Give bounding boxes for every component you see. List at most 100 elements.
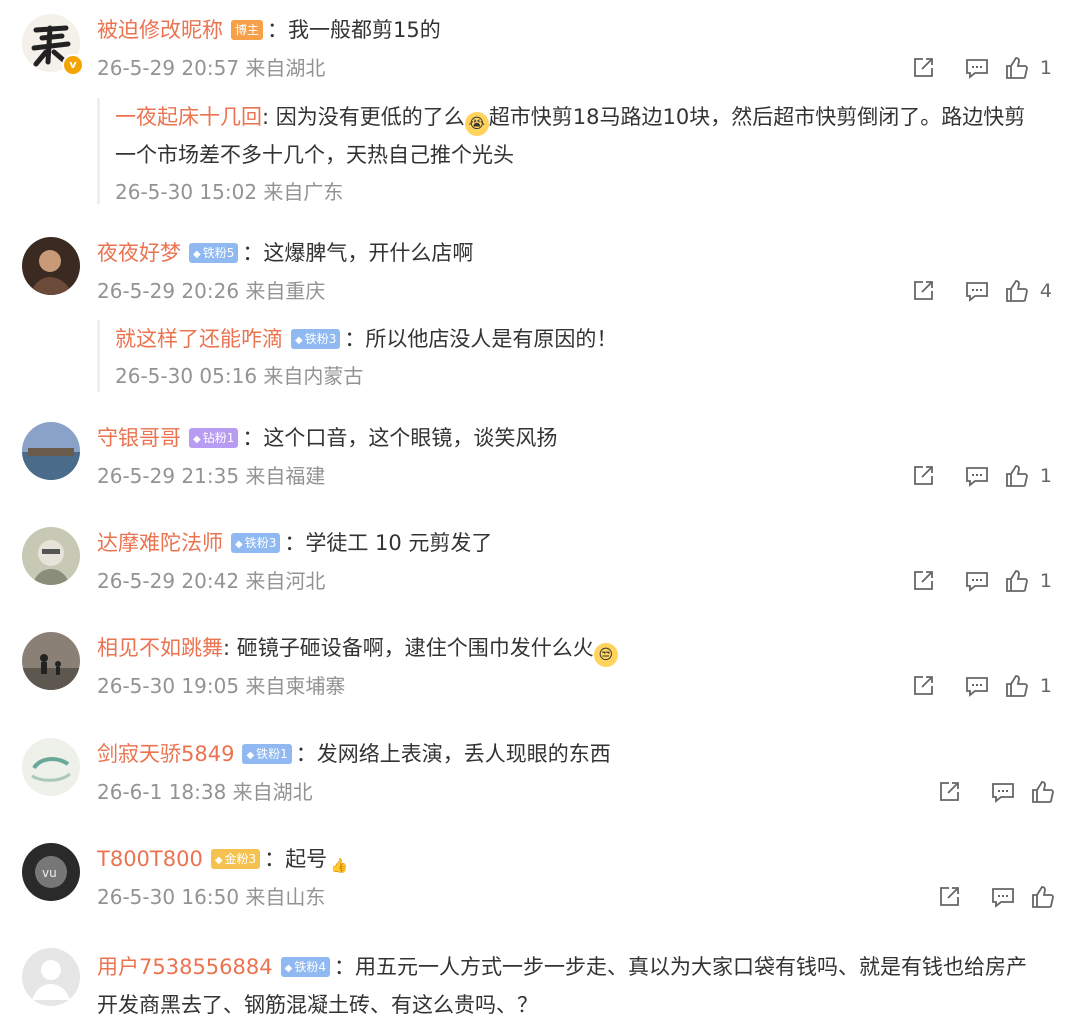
separator: ：: [284, 531, 306, 555]
avatar[interactable]: [22, 738, 80, 796]
fan-badge: ◆ 金粉3: [210, 849, 261, 869]
gem-icon: ◆: [193, 434, 201, 445]
avatar-photo: [22, 654, 80, 690]
thumbs-up-icon: [1032, 781, 1054, 803]
comment-icon[interactable]: [950, 672, 1004, 700]
username-link[interactable]: 相见不如跳舞: [97, 636, 223, 660]
diamond-icon: ◆: [193, 249, 201, 260]
fan-badge: ◆ 铁粉4: [280, 957, 330, 977]
like-count: 1: [1039, 570, 1052, 592]
comment-icon[interactable]: [950, 54, 1004, 82]
fan-badge: ◆ 铁粉5: [189, 243, 239, 263]
comment-meta: 26-5-29 20:42 来自河北: [97, 569, 326, 593]
reply-meta: 26-5-30 15:02 来自广东: [115, 180, 344, 204]
username-link[interactable]: 用户7538556884: [97, 955, 273, 979]
like-count: 4: [1039, 280, 1052, 302]
separator: :: [262, 105, 276, 129]
like-count: 1: [1039, 675, 1052, 697]
share-icon[interactable]: [896, 672, 950, 700]
diamond-icon: ◆: [284, 963, 293, 974]
comment-meta: 26-5-29 21:35 来自福建: [97, 464, 326, 488]
avatar-photo: [22, 448, 80, 480]
separator: ：: [242, 426, 264, 450]
avatar-photo: vu: [35, 856, 67, 888]
like-button[interactable]: 1: [1004, 673, 1052, 699]
avatar[interactable]: [22, 948, 80, 1006]
crying-emoji-icon: 😭: [464, 112, 489, 136]
thumbs-up-emoji-icon: 👍: [330, 858, 348, 874]
avatar[interactable]: [22, 422, 80, 480]
comment-icon[interactable]: [976, 883, 1030, 911]
comment-icon[interactable]: [950, 277, 1004, 305]
avatar-photo: [32, 540, 70, 585]
thumbs-up-icon: [1006, 57, 1028, 79]
username-link[interactable]: T800T800: [97, 847, 203, 871]
comment-meta: 26-5-30 19:05 来自柬埔寨: [97, 674, 346, 698]
avatar[interactable]: [22, 527, 80, 585]
like-button[interactable]: 1: [1004, 55, 1052, 81]
gold-fan-icon: ◆: [214, 855, 223, 866]
username-link[interactable]: 夜夜好梦: [97, 241, 181, 265]
like-button[interactable]: 1: [1004, 568, 1052, 594]
fan-badge: ◆ 钻粉1: [189, 428, 239, 448]
separator: ：: [333, 955, 355, 979]
reply-username-link[interactable]: 就这样了还能咋滴: [115, 327, 283, 351]
diamond-icon: ◆: [246, 750, 255, 761]
avatar-photo: [31, 757, 71, 782]
blogger-badge: 博主: [231, 20, 264, 40]
thumbs-up-icon: [1006, 465, 1028, 487]
fan-badge: ◆ 铁粉3: [291, 329, 341, 349]
comment-text: 我一般都剪15的: [288, 18, 441, 42]
reply-meta: 26-5-30 05:16 来自内蒙古: [115, 364, 364, 388]
username-link[interactable]: 达摩难陀法师: [97, 531, 223, 555]
comment-meta: 26-6-1 18:38 来自湖北: [97, 780, 313, 804]
reply-text: 所以他店没人是有原因的！: [365, 327, 618, 351]
share-icon[interactable]: [896, 54, 950, 82]
comment-meta: 26-5-30 16:50 来自山东: [97, 885, 326, 909]
like-button[interactable]: 4: [1004, 278, 1052, 304]
avatar-photo: [30, 250, 72, 295]
share-icon[interactable]: [922, 778, 976, 806]
default-avatar-icon: [32, 960, 70, 1000]
diamond-icon: ◆: [235, 539, 243, 550]
share-icon[interactable]: [896, 567, 950, 595]
avatar[interactable]: vu: [22, 843, 80, 901]
like-button[interactable]: [1030, 884, 1076, 910]
thumbs-up-icon: [1006, 675, 1028, 697]
comment-icon[interactable]: [976, 778, 1030, 806]
diamond-icon: ◆: [295, 335, 303, 346]
username-link[interactable]: 剑寂天骄5849: [97, 742, 234, 766]
like-count: 1: [1039, 465, 1052, 487]
reply-text-a: 因为没有更低的了么: [275, 105, 465, 129]
share-icon[interactable]: [922, 883, 976, 911]
comment-text: 发网络上表演，丢人现眼的东西: [316, 742, 611, 766]
comment-text: 起号: [285, 847, 328, 871]
separator: ：: [264, 847, 286, 871]
share-icon[interactable]: [896, 277, 950, 305]
reply-username-link[interactable]: 一夜起床十几回: [115, 105, 262, 129]
like-button[interactable]: [1030, 779, 1076, 805]
avatar[interactable]: [22, 237, 80, 295]
like-count: 1: [1039, 57, 1052, 79]
separator: ：: [242, 241, 264, 265]
comment-text: 这爆脾气，开什么店啊: [263, 241, 474, 265]
thumbs-up-icon: [1006, 570, 1028, 592]
separator: :: [223, 636, 237, 660]
like-button[interactable]: 1: [1004, 463, 1052, 489]
username-link[interactable]: 被迫修改昵称: [97, 18, 223, 42]
thumbs-up-icon: [1006, 280, 1028, 302]
share-icon[interactable]: [896, 462, 950, 490]
fan-badge: ◆ 铁粉3: [231, 533, 281, 553]
comment-meta: 26-5-29 20:26 来自重庆: [97, 279, 326, 303]
reply-block: 就这样了还能咋滴 ◆ 铁粉3 ：所以他店没人是有原因的！ 26-5-30 05:16 …: [97, 320, 1042, 392]
thumbs-up-icon: [1032, 886, 1054, 908]
separator: ：: [344, 327, 366, 351]
emoji-icon: 😒: [593, 643, 618, 667]
comment-text: 这个口音，这个眼镜，谈笑风扬: [263, 426, 558, 450]
reply-block: 一夜起床十几回: 因为没有更低的了么 😭 超市快剪18马路边10块，然后超市快剪倒闭…: [97, 98, 1042, 204]
avatar[interactable]: [22, 632, 80, 690]
comment-icon[interactable]: [950, 567, 1004, 595]
username-link[interactable]: 守银哥哥: [97, 426, 181, 450]
separator: ：: [295, 742, 317, 766]
comment-icon[interactable]: [950, 462, 1004, 490]
